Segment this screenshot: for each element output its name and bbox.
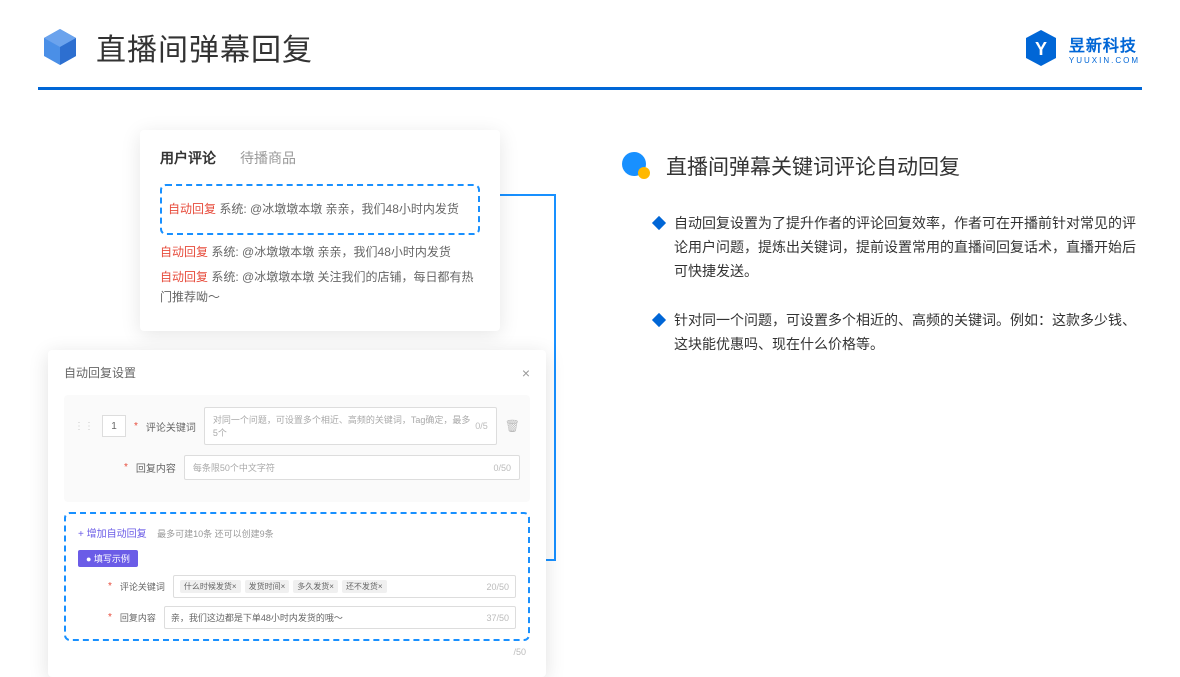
keyword-tag[interactable]: 多久发货× <box>293 580 338 593</box>
svg-text:Y: Y <box>1035 39 1047 59</box>
add-hint: 最多可建10条 还可以创建9条 <box>157 529 274 539</box>
auto-reply-tag: 自动回复 <box>160 245 208 259</box>
example-badge: ● 填写示例 <box>78 550 138 567</box>
bullet-item: 自动回复设置为了提升作者的评论回复效率，作者可在开播前针对常见的评论用户问题，提… <box>654 212 1140 283</box>
section-title: 直播间弹幕关键词评论自动回复 <box>666 151 960 181</box>
settings-dialog: 自动回复设置 × ⋮⋮ 1 * 评论关键词 对同一个问题，可设置多个相近、高频的… <box>48 350 546 677</box>
content-input[interactable]: 每条限50个中文字符 0/50 <box>184 455 520 480</box>
index-box: 1 <box>102 415 126 437</box>
bubble-icon <box>620 150 652 182</box>
cube-icon <box>40 27 80 67</box>
ex-content-label: 回复内容 <box>120 611 156 624</box>
comment-text: 系统: @冰墩墩本墩 关注我们的店铺，每日都有热门推荐呦～ <box>160 270 474 303</box>
add-example-section: + 增加自动回复 最多可建10条 还可以创建9条 ● 填写示例 * 评论关键词 … <box>64 512 530 641</box>
ex-keyword-input[interactable]: 什么时候发货× 发货时间× 多久发货× 还不发货× 20/50 <box>173 575 516 598</box>
close-icon[interactable]: × <box>522 365 530 381</box>
tab-comments[interactable]: 用户评论 <box>160 148 216 168</box>
page-title: 直播间弹幕回复 <box>96 25 313 69</box>
highlighted-comment: 自动回复 系统: @冰墩墩本墩 亲亲，我们48小时内发货 <box>160 184 480 235</box>
brand-url: YUUXIN.COM <box>1069 56 1140 65</box>
ex-keyword-label: 评论关键词 <box>120 580 165 593</box>
keyword-tag[interactable]: 什么时候发货× <box>180 580 241 593</box>
bullet-item: 针对同一个问题，可设置多个相近的、高频的关键词。例如：这款多少钱、这块能优惠吗、… <box>654 309 1140 357</box>
comments-card: 用户评论 待播商品 自动回复 系统: @冰墩墩本墩 亲亲，我们48小时内发货 自… <box>140 130 500 331</box>
brand-name: 昱新科技 <box>1069 32 1140 56</box>
outer-count: /50 <box>64 647 530 657</box>
keyword-label: 评论关键词 <box>146 419 196 434</box>
diamond-icon <box>652 216 666 230</box>
diamond-icon <box>652 313 666 327</box>
delete-icon[interactable]: 🗑 <box>505 419 520 433</box>
bullet-text: 针对同一个问题，可设置多个相近的、高频的关键词。例如：这款多少钱、这块能优惠吗、… <box>674 309 1140 357</box>
bullet-text: 自动回复设置为了提升作者的评论回复效率，作者可在开播前针对常见的评论用户问题，提… <box>674 212 1140 283</box>
comment-text: 系统: @冰墩墩本墩 亲亲，我们48小时内发货 <box>211 245 451 259</box>
auto-reply-tag: 自动回复 <box>160 270 208 284</box>
comment-text: 系统: @冰墩墩本墩 亲亲，我们48小时内发货 <box>219 202 459 216</box>
dialog-title: 自动回复设置 <box>64 364 136 381</box>
add-reply-link[interactable]: + 增加自动回复 <box>78 529 147 540</box>
content-label: 回复内容 <box>136 460 176 475</box>
keyword-tag[interactable]: 还不发货× <box>342 580 387 593</box>
brand-logo: Y 昱新科技 YUUXIN.COM <box>1021 28 1140 68</box>
auto-reply-tag: 自动回复 <box>168 202 216 216</box>
keyword-tag[interactable]: 发货时间× <box>245 580 290 593</box>
tab-products[interactable]: 待播商品 <box>240 148 296 168</box>
ex-content-input[interactable]: 亲，我们这边都是下单48小时内发货的哦～ 37/50 <box>164 606 516 629</box>
keyword-input[interactable]: 对同一个问题，可设置多个相近、高频的关键词，Tag确定，最多5个 0/5 <box>204 407 497 445</box>
